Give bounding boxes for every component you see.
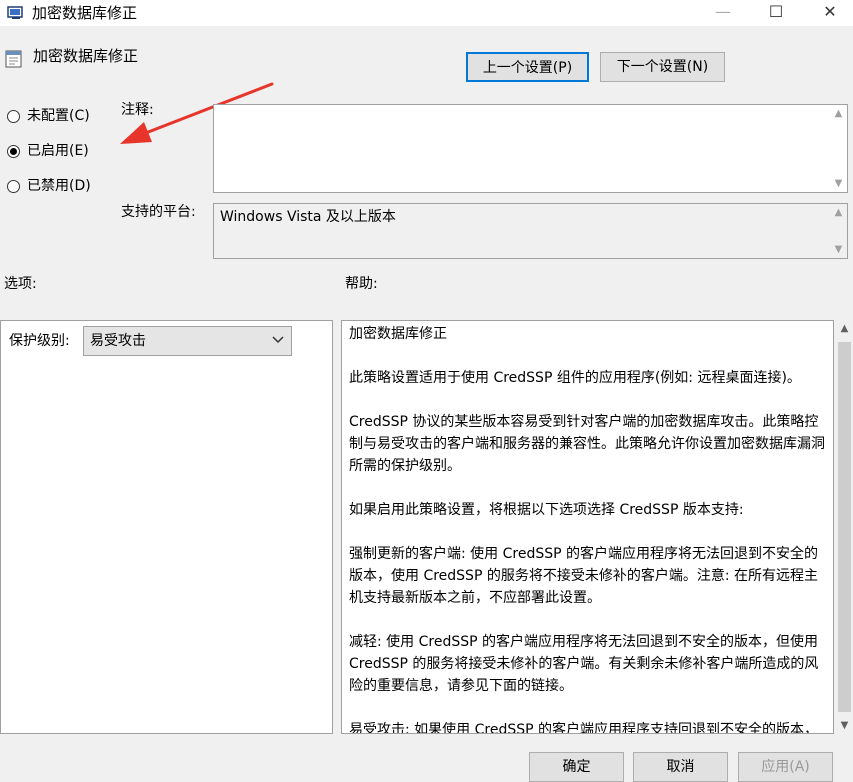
help-panel: 加密数据库修正 此策略设置适用于使用 CredSSP 组件的应用程序(例如: 远… xyxy=(341,320,834,734)
help-scrollbar[interactable]: ▲ ▼ xyxy=(836,320,853,734)
help-label: 帮助: xyxy=(345,276,378,292)
cancel-button[interactable]: 取消 xyxy=(633,752,728,782)
help-paragraph: 减轻: 使用 CredSSP 的客户端应用程序将无法回退到不安全的版本，但使用 … xyxy=(349,634,819,694)
chevron-down-icon[interactable] xyxy=(271,332,285,346)
radio-circle[interactable] xyxy=(7,109,20,123)
title-bar: 加密数据库修正 — ☐ ✕ xyxy=(0,0,853,26)
scroll-down-icon[interactable]: ▼ xyxy=(836,717,853,734)
radio-circle-selected[interactable] xyxy=(7,144,20,158)
scroll-up-icon[interactable]: ▲ xyxy=(830,204,847,221)
radio-disabled[interactable]: 已禁用(D) xyxy=(7,176,91,196)
options-panel: 保护级别: 易受攻击 xyxy=(0,320,333,734)
radio-label: 未配置(C) xyxy=(27,108,90,124)
scroll-down-icon[interactable]: ▼ xyxy=(830,241,847,258)
policy-window-icon xyxy=(7,6,23,19)
apply-button[interactable]: 应用(A) xyxy=(738,752,833,782)
radio-label: 已启用(E) xyxy=(27,143,89,159)
help-paragraph: 此策略设置适用于使用 CredSSP 组件的应用程序(例如: 远程桌面连接)。 xyxy=(349,370,801,386)
comment-textarea[interactable]: ▲ ▼ xyxy=(213,104,848,193)
previous-setting-button[interactable]: 上一个设置(P) xyxy=(466,52,589,82)
help-paragraph: CredSSP 协议的某些版本容易受到针对客户端的加密数据库攻击。此策略控制与易… xyxy=(349,414,825,474)
comment-label: 注释: xyxy=(121,102,154,118)
radio-label: 已禁用(D) xyxy=(27,178,91,194)
window-title: 加密数据库修正 xyxy=(32,4,138,22)
scroll-down-icon[interactable]: ▼ xyxy=(830,175,847,192)
scroll-up-icon[interactable]: ▲ xyxy=(830,105,847,122)
ok-button[interactable]: 确定 xyxy=(529,752,624,782)
help-paragraph: 强制更新的客户端: 使用 CredSSP 的客户端应用程序将无法回退到不安全的版… xyxy=(349,546,819,606)
supported-platform-label: 支持的平台: xyxy=(121,204,196,220)
policy-setting-icon xyxy=(5,50,22,68)
help-text: 加密数据库修正 此策略设置适用于使用 CredSSP 组件的应用程序(例如: 远… xyxy=(349,323,829,734)
help-paragraph: 如果启用此策略设置，将根据以下选项选择 CredSSP 版本支持: xyxy=(349,502,744,518)
scroll-up-icon[interactable]: ▲ xyxy=(836,320,853,337)
minimize-button[interactable]: — xyxy=(700,0,746,26)
platform-scrollbar[interactable]: ▲ ▼ xyxy=(830,204,847,258)
options-label: 选项: xyxy=(4,276,37,292)
scrollbar-thumb[interactable] xyxy=(838,342,851,712)
radio-circle[interactable] xyxy=(7,179,20,193)
comment-scrollbar[interactable]: ▲ ▼ xyxy=(830,105,847,192)
help-paragraph: 加密数据库修正 xyxy=(349,326,447,342)
policy-title: 加密数据库修正 xyxy=(33,47,139,65)
protection-level-label: 保护级别: xyxy=(9,333,70,349)
supported-platform-field: Windows Vista 及以上版本 ▲ ▼ xyxy=(213,203,848,259)
radio-not-configured[interactable]: 未配置(C) xyxy=(7,106,90,126)
protection-level-select[interactable]: 易受攻击 xyxy=(83,326,292,356)
help-paragraph: 易受攻击: 如果使用 CredSSP 的客户端应用程序支持回退到不安全的版本，远… xyxy=(349,722,819,734)
supported-platform-value: Windows Vista 及以上版本 xyxy=(220,209,396,225)
maximize-button[interactable]: ☐ xyxy=(753,0,799,26)
radio-enabled[interactable]: 已启用(E) xyxy=(7,141,89,161)
next-setting-button[interactable]: 下一个设置(N) xyxy=(600,52,725,82)
protection-level-value: 易受攻击 xyxy=(90,333,146,349)
close-button[interactable]: ✕ xyxy=(807,0,853,26)
